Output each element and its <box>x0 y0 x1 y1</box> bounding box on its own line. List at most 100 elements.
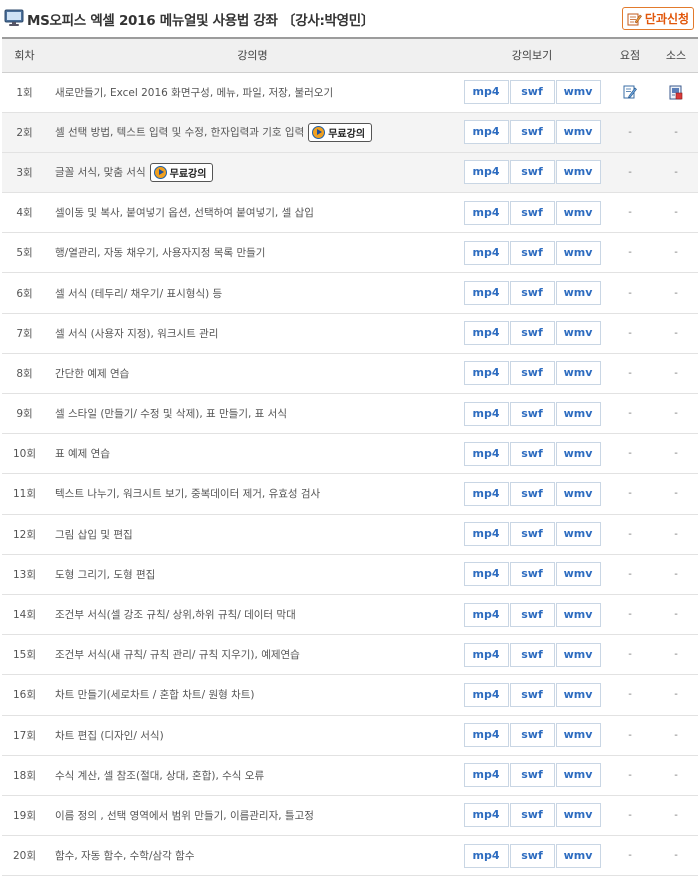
lecture-title: 표 예제 연습 <box>55 448 110 461</box>
memo-icon[interactable] <box>623 85 637 99</box>
table-row: 20회 함수, 자동 함수, 수학/삼각 함수 mp4 swf wmv - - <box>2 836 698 876</box>
swf-button[interactable]: swf <box>509 723 555 748</box>
wmv-button[interactable]: wmv <box>555 160 601 185</box>
mp4-button[interactable]: mp4 <box>463 240 509 265</box>
swf-button[interactable]: swf <box>509 642 555 667</box>
mp4-button[interactable]: mp4 <box>463 602 509 627</box>
wmv-button[interactable]: wmv <box>555 200 601 225</box>
swf-button[interactable]: swf <box>509 682 555 707</box>
mp4-button[interactable]: mp4 <box>463 522 509 547</box>
swf-button[interactable]: swf <box>509 522 555 547</box>
column-header-source: 소스 <box>654 37 698 73</box>
swf-button[interactable]: swf <box>509 160 555 185</box>
swf-button[interactable]: swf <box>509 763 555 788</box>
format-buttons: mp4 swf wmv <box>458 233 606 273</box>
row-number: 9회 <box>16 408 33 421</box>
lecture-title: 새로만들기, Excel 2016 화면구성, 메뉴, 파일, 저장, 불러오기 <box>55 86 334 99</box>
wmv-button[interactable]: wmv <box>555 602 601 627</box>
free-lecture-button[interactable]: 무료강의 <box>308 122 373 142</box>
wmv-button[interactable]: wmv <box>555 120 601 145</box>
wmv-button[interactable]: wmv <box>555 441 601 466</box>
lecture-name-cell: 새로만들기, Excel 2016 화면구성, 메뉴, 파일, 저장, 불러오기 <box>47 72 458 112</box>
swf-button[interactable]: swf <box>509 843 555 868</box>
mp4-button[interactable]: mp4 <box>463 321 509 346</box>
mp4-button[interactable]: mp4 <box>463 642 509 667</box>
lecture-title: 함수, 자동 함수, 수학/삼각 함수 <box>55 850 195 863</box>
swf-button[interactable]: swf <box>509 481 555 506</box>
source-cell: - <box>674 769 678 781</box>
wmv-button[interactable]: wmv <box>555 723 601 748</box>
swf-button[interactable]: swf <box>509 562 555 587</box>
table-row: 7회 셀 서식 (사용자 지정), 워크시트 관리 mp4 swf wmv - - <box>2 313 698 354</box>
free-lecture-button[interactable]: 무료강의 <box>149 162 214 182</box>
wmv-button[interactable]: wmv <box>555 562 601 587</box>
wmv-button[interactable]: wmv <box>555 843 601 868</box>
mp4-button[interactable]: mp4 <box>463 200 509 225</box>
table-row: 10회 표 예제 연습 mp4 swf wmv - - <box>2 434 698 474</box>
mp4-button[interactable]: mp4 <box>463 441 509 466</box>
swf-button[interactable]: swf <box>509 401 555 426</box>
swf-button[interactable]: swf <box>509 240 555 265</box>
source-cell: - <box>674 689 678 701</box>
swf-button[interactable]: swf <box>509 200 555 225</box>
swf-button[interactable]: swf <box>509 361 555 386</box>
mp4-button[interactable]: mp4 <box>463 120 509 145</box>
mp4-button[interactable]: mp4 <box>463 682 509 707</box>
wmv-button[interactable]: wmv <box>555 682 601 707</box>
wmv-button[interactable]: wmv <box>555 240 601 265</box>
mp4-button[interactable]: mp4 <box>463 723 509 748</box>
row-number: 11회 <box>12 488 37 501</box>
format-buttons: mp4 swf wmv <box>458 715 606 755</box>
summary-cell: - <box>628 166 632 178</box>
table-row: 18회 수식 계산, 셀 참조(절대, 상대, 혼합), 수식 오류 mp4 swf w… <box>2 755 698 796</box>
swf-button[interactable]: swf <box>509 321 555 346</box>
column-header-summary: 요점 <box>606 37 654 73</box>
swf-button[interactable]: swf <box>509 120 555 145</box>
swf-button[interactable]: swf <box>509 441 555 466</box>
table-row: 17회 차트 편집 (디자인/ 서식) mp4 swf wmv - - <box>2 715 698 756</box>
column-header-num: 회차 <box>2 37 47 73</box>
swf-button[interactable]: swf <box>509 602 555 627</box>
wmv-button[interactable]: wmv <box>555 80 601 105</box>
format-buttons: mp4 swf wmv <box>458 112 606 152</box>
wmv-button[interactable]: wmv <box>555 642 601 667</box>
mp4-button[interactable]: mp4 <box>463 843 509 868</box>
mp4-button[interactable]: mp4 <box>463 562 509 587</box>
mp4-button[interactable]: mp4 <box>463 803 509 828</box>
wmv-button[interactable]: wmv <box>555 803 601 828</box>
source-cell: - <box>674 408 678 420</box>
source-cell: - <box>674 166 678 178</box>
swf-button[interactable]: swf <box>509 281 555 306</box>
column-header-view: 강의보기 <box>458 37 606 73</box>
wmv-button[interactable]: wmv <box>555 321 601 346</box>
row-number: 4회 <box>16 207 33 220</box>
mp4-button[interactable]: mp4 <box>463 763 509 788</box>
lecture-name-cell: 도형 그리기, 도형 편집 <box>47 554 458 594</box>
mp4-button[interactable]: mp4 <box>463 160 509 185</box>
mp4-button[interactable]: mp4 <box>463 281 509 306</box>
source-cell: - <box>674 609 678 621</box>
mp4-button[interactable]: mp4 <box>463 401 509 426</box>
format-buttons: mp4 swf wmv <box>458 675 606 715</box>
swf-button[interactable]: swf <box>509 80 555 105</box>
mp4-button[interactable]: mp4 <box>463 80 509 105</box>
wmv-button[interactable]: wmv <box>555 401 601 426</box>
wmv-button[interactable]: wmv <box>555 763 601 788</box>
mp4-button[interactable]: mp4 <box>463 361 509 386</box>
wmv-button[interactable]: wmv <box>555 281 601 306</box>
table-row: 2회 셀 선택 방법, 텍스트 입력 및 수정, 한자입력과 기호 입력 무료강의 m… <box>2 112 698 153</box>
swf-button[interactable]: swf <box>509 803 555 828</box>
table-row: 12회 그림 삽입 및 편집 mp4 swf wmv - - <box>2 514 698 555</box>
wmv-button[interactable]: wmv <box>555 522 601 547</box>
wmv-button[interactable]: wmv <box>555 361 601 386</box>
mp4-button[interactable]: mp4 <box>463 481 509 506</box>
summary-cell: - <box>628 247 632 259</box>
monitor-icon <box>4 9 24 26</box>
wmv-button[interactable]: wmv <box>555 481 601 506</box>
table-row: 19회 이름 정의 , 선택 영역에서 범위 만들기, 이름관리자, 틀고정 mp4… <box>2 795 698 836</box>
apply-course-button[interactable]: 단과신청 <box>622 7 694 30</box>
lecture-title: 셀 선택 방법, 텍스트 입력 및 수정, 한자입력과 기호 입력 <box>55 126 305 139</box>
lecture-name-cell: 차트 편집 (디자인/ 서식) <box>47 715 458 755</box>
source-file-icon[interactable] <box>669 85 683 100</box>
play-icon <box>312 125 326 139</box>
